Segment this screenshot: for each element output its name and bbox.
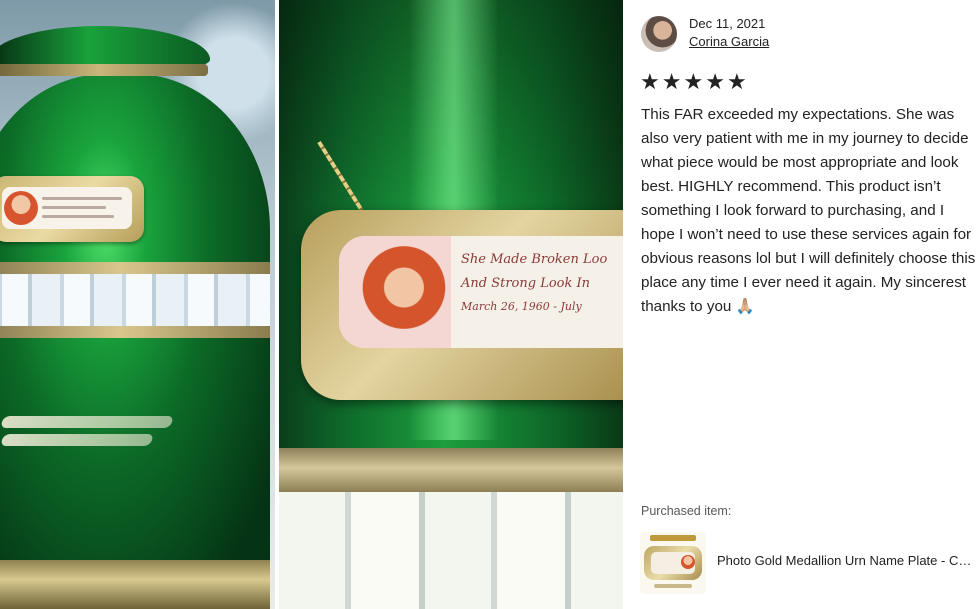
urn-gold-band (279, 448, 623, 492)
urn-pearl-band (0, 274, 270, 326)
plate-text-line: She Made Broken Loo (461, 252, 608, 267)
urn-gold-band (0, 326, 270, 338)
review-date: Dec 11, 2021 (689, 16, 766, 31)
urn-engraving (0, 416, 174, 428)
purchased-item-thumbnail[interactable] (640, 532, 706, 594)
urn-pearl-band (279, 492, 623, 609)
reviewer-name-link[interactable]: Corina Garcia (689, 34, 769, 49)
review-photo-1[interactable] (0, 0, 275, 609)
review-photo-2[interactable]: She Made Broken Loo And Strong Look In M… (279, 0, 623, 609)
thumb-plate-inset (651, 552, 695, 574)
medallion-name-plate-closeup: She Made Broken Loo And Strong Look In M… (301, 210, 623, 400)
thumb-caption (654, 584, 692, 588)
plate-text-line: March 26, 1960 - July (461, 300, 582, 313)
star-rating: ★ ★ ★ ★ ★ (640, 71, 747, 95)
plate-text-line (42, 197, 122, 200)
review-photo-gallery: She Made Broken Loo And Strong Look In M… (0, 0, 623, 609)
star-icon: ★ (683, 70, 704, 95)
urn-gold-band (0, 262, 270, 274)
star-icon: ★ (661, 70, 682, 95)
plate-text-line (42, 206, 106, 209)
plate-text-line (42, 215, 114, 218)
plate-text-line: And Strong Look In (461, 276, 591, 291)
star-icon: ★ (726, 70, 747, 95)
urn-base (0, 560, 270, 609)
review-text: This FAR exceeded my expectations. She w… (641, 106, 976, 315)
purchased-item-label: Purchased item: (641, 504, 732, 518)
urn-rim (0, 64, 208, 76)
plate-portrait (4, 191, 38, 225)
name-plate-inset (2, 187, 132, 229)
thumb-banner (650, 535, 696, 541)
review-panel: Dec 11, 2021 Corina Garcia ★ ★ ★ ★ ★ Thi… (623, 0, 980, 609)
name-plate-inset: She Made Broken Loo And Strong Look In M… (339, 236, 623, 348)
urn-engraving (0, 434, 154, 446)
plate-portrait (339, 236, 451, 348)
thumb-portrait (681, 555, 695, 569)
purchased-item-link[interactable]: Photo Gold Medallion Urn Name Plate - Ch… (717, 553, 977, 568)
medallion-name-plate (0, 176, 144, 242)
star-icon: ★ (705, 70, 725, 95)
thumb-name-plate (644, 546, 702, 580)
reviewer-avatar[interactable] (641, 16, 677, 52)
star-icon: ★ (640, 70, 660, 95)
